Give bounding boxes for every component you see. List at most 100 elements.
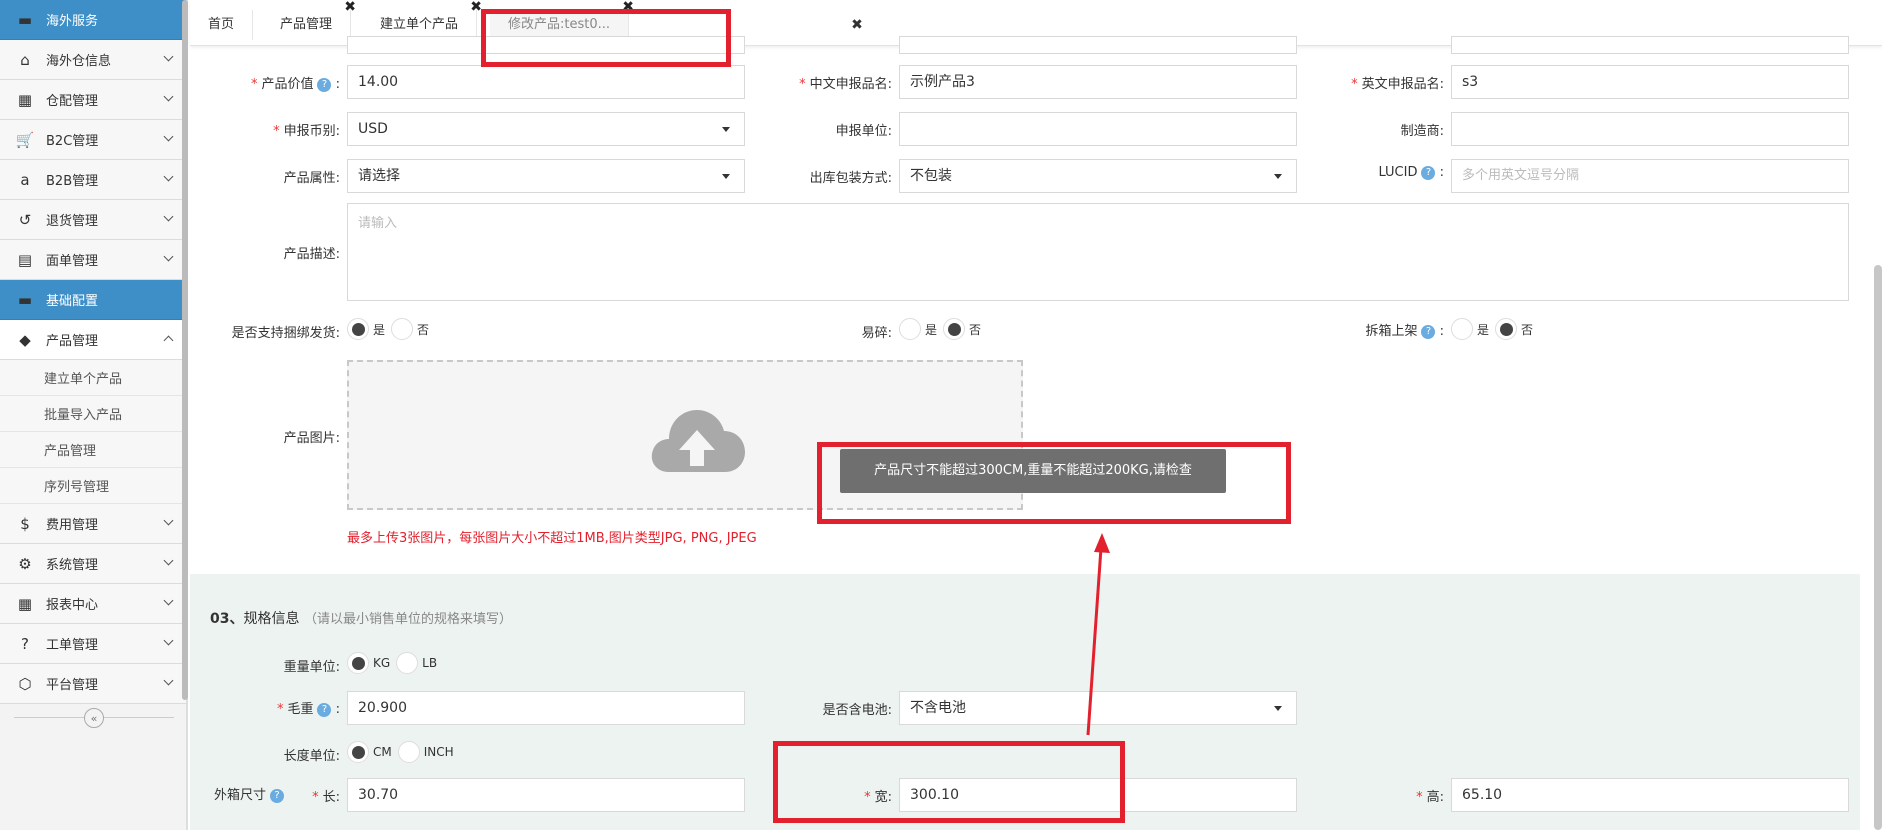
bundle-yes-radio[interactable] (347, 318, 369, 340)
battery-label: 是否含电池: (822, 703, 892, 718)
image-label: 产品图片: (283, 431, 340, 446)
weight-unit-radio-group: KG LB (347, 652, 437, 674)
cn-name-label: * 中文申报品名: (799, 77, 892, 92)
box-size-label: 外箱尺寸? (214, 784, 285, 803)
sidebar-item-fees[interactable]: $ 费用管理 (0, 504, 186, 544)
home-icon: ⌂ (20, 50, 30, 69)
fragile-no-radio[interactable] (943, 318, 966, 340)
bundle-no-radio[interactable] (391, 318, 414, 340)
manufacturer-input[interactable] (1451, 112, 1849, 146)
chevron-down-icon (163, 595, 174, 606)
width-input[interactable]: 300.10 (899, 778, 1297, 812)
table-icon: ▦ (17, 594, 33, 613)
input-clipped[interactable] (347, 36, 745, 54)
sidebar-group-overseas-service[interactable]: ▬ 海外服务 (0, 0, 186, 40)
input-clipped[interactable] (899, 36, 1297, 54)
amazon-icon: a (20, 170, 30, 189)
sidebar-group-basic-config[interactable]: ▬ 基础配置 (0, 280, 186, 320)
fragile-label: 易碎: (861, 326, 892, 341)
chevron-down-icon (163, 555, 174, 566)
sidebar: ▬ 海外服务 ⌂ 海外仓信息 ▦ 仓配管理 🛒 B2C管理 a B2B管理 ↺ 退货管理 ▤… (0, 0, 188, 830)
weight-kg-radio[interactable] (347, 652, 369, 674)
sidebar-subitem-product-list[interactable]: 产品管理 (0, 432, 186, 468)
sidebar-item-product-management[interactable]: ◆ 产品管理 (0, 320, 186, 360)
chevron-up-icon (163, 335, 174, 346)
sidebar-item-b2c[interactable]: 🛒 B2C管理 (0, 120, 186, 160)
height-label: * 高: (1416, 790, 1444, 805)
description-textarea[interactable]: 请输入 (347, 203, 1849, 301)
sidebar-subitem-serial-numbers[interactable]: 序列号管理 (0, 468, 186, 504)
sidebar-item-system[interactable]: ⚙ 系统管理 (0, 544, 186, 584)
packaging-select[interactable]: 不包装 (899, 159, 1297, 193)
sidebar-item-returns[interactable]: ↺ 退货管理 (0, 200, 186, 240)
cn-name-input[interactable]: 示例产品3 (899, 65, 1297, 99)
close-icon[interactable]: ✖ (470, 0, 482, 22)
chevron-down-icon (163, 675, 174, 686)
chevron-down-icon (163, 171, 174, 182)
unbox-radio-group: 是 否 (1451, 318, 1533, 340)
chevron-down-icon (163, 131, 174, 142)
close-icon[interactable]: ✖ (622, 0, 634, 22)
cloud-upload-icon (651, 410, 745, 472)
help-icon: ? (270, 788, 285, 803)
folder-icon: ▬ (17, 10, 33, 29)
help-icon: ? (317, 702, 332, 717)
spec-section: 03、规格信息 （请以最小销售单位的规格来填写） 重量单位: KG LB * 毛重… (190, 574, 1860, 830)
lucid-input[interactable]: 多个用英文逗号分隔 (1451, 159, 1849, 193)
height-input[interactable]: 65.10 (1451, 778, 1849, 812)
fragile-radio-group: 是 否 (899, 318, 981, 340)
document-icon: ▤ (17, 250, 33, 269)
gross-weight-label: * 毛重? : (276, 702, 340, 717)
sidebar-item-b2b[interactable]: a B2B管理 (0, 160, 186, 200)
en-name-label: * 英文申报品名: (1351, 77, 1444, 92)
battery-select[interactable]: 不含电池 (899, 691, 1297, 725)
codepen-icon: ⬡ (18, 674, 32, 693)
unbox-label: 拆箱上架? : (1365, 324, 1444, 339)
length-cm-radio[interactable] (347, 741, 369, 763)
help-icon: ? (317, 77, 332, 92)
sidebar-item-warehouse-info[interactable]: ⌂ 海外仓信息 (0, 40, 186, 80)
sidebar-item-labels[interactable]: ▤ 面单管理 (0, 240, 186, 280)
chevron-down-icon (163, 91, 174, 102)
lucid-label: LUCID? : (1378, 165, 1444, 180)
length-unit-radio-group: CM INCH (347, 741, 454, 763)
chevron-down-icon (163, 51, 174, 62)
declare-unit-label: 申报单位: (835, 124, 892, 139)
sidebar-item-distribution[interactable]: ▦ 仓配管理 (0, 80, 186, 120)
length-label: * 长: (312, 790, 340, 805)
sidebar-subitem-create-product[interactable]: 建立单个产品 (0, 360, 186, 396)
chevron-down-icon (163, 211, 174, 222)
product-form: * 产品价值? : 14.00 * 中文申报品名: 示例产品3 * 英文申报品名: s… (190, 36, 1860, 830)
close-icon[interactable]: ✖ (344, 0, 356, 22)
length-unit-label: 长度单位: (283, 749, 340, 764)
currency-select[interactable]: USD (347, 112, 745, 146)
help-icon: ? (1421, 165, 1436, 180)
product-attr-label: 产品属性: (283, 171, 340, 186)
unbox-yes-radio[interactable] (1451, 318, 1473, 340)
image-upload-hint: 最多上传3张图片，每张图片大小不超过1MB,图片类型JPG, PNG, JPEG (347, 531, 757, 546)
product-value-input[interactable]: 14.00 (347, 65, 745, 99)
packaging-label: 出库包装方式: (809, 171, 892, 186)
declare-unit-input[interactable] (899, 112, 1297, 146)
gear-icon: ⚙ (18, 554, 32, 573)
length-input[interactable]: 30.70 (347, 778, 745, 812)
gross-weight-input[interactable]: 20.900 (347, 691, 745, 725)
input-clipped[interactable] (1451, 36, 1849, 54)
page-scrollbar[interactable] (1874, 265, 1882, 830)
unbox-no-radio[interactable] (1495, 318, 1518, 340)
sidebar-item-reports[interactable]: ▦ 报表中心 (0, 584, 186, 624)
sidebar-subitem-batch-import[interactable]: 批量导入产品 (0, 396, 186, 432)
tab-home[interactable]: 首页 (190, 10, 254, 40)
weight-lb-radio[interactable] (396, 652, 419, 674)
sidebar-scrollbar[interactable] (182, 0, 188, 700)
sidebar-item-platforms[interactable]: ⬡ 平台管理 (0, 664, 186, 704)
product-attr-select[interactable]: 请选择 (347, 159, 745, 193)
fragile-yes-radio[interactable] (899, 318, 921, 340)
tab-product-management[interactable]: 产品管理 ✖ (262, 0, 356, 40)
collapse-sidebar-button[interactable]: « (84, 708, 104, 728)
length-inch-radio[interactable] (397, 741, 420, 763)
en-name-input[interactable]: s3 (1451, 65, 1849, 99)
product-value-label: * 产品价值? : (250, 77, 340, 92)
close-tab-button[interactable]: ✖ (842, 10, 872, 40)
sidebar-item-tickets[interactable]: ? 工单管理 (0, 624, 186, 664)
